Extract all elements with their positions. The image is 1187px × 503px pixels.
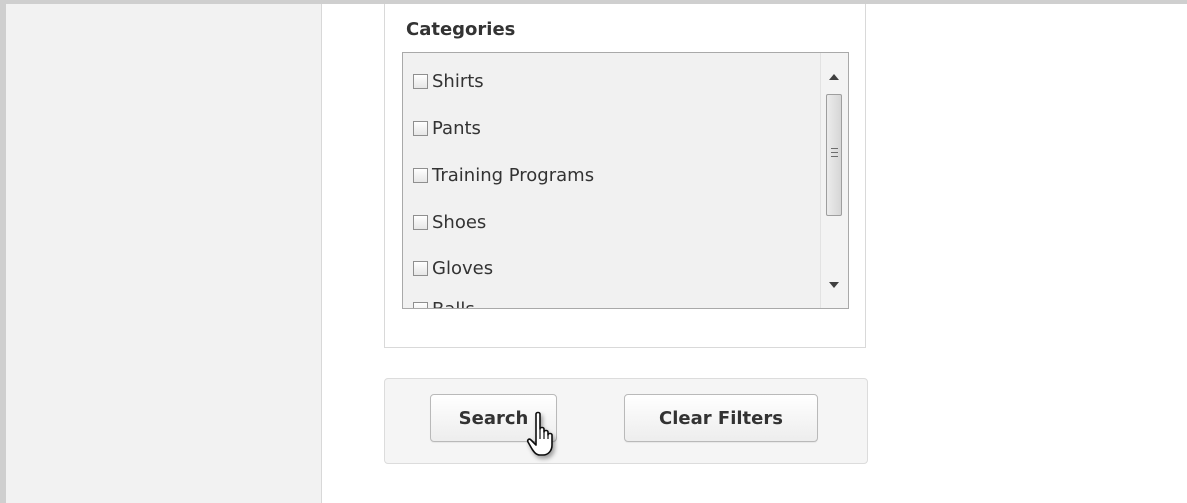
category-label: Gloves [432,257,494,279]
category-label: Pants [432,117,481,139]
checkbox[interactable] [413,73,428,89]
grip-line [831,148,838,149]
category-item-training-programs[interactable]: Training Programs [413,163,594,187]
checkbox[interactable] [413,260,428,276]
clear-filters-button[interactable]: Clear Filters [624,394,818,442]
checkbox[interactable] [413,120,428,136]
category-label: Shirts [432,70,484,92]
checkbox[interactable] [413,167,428,183]
category-label: Training Programs [432,164,595,186]
checkbox[interactable] [413,214,428,230]
category-label: Balls [432,298,475,309]
category-item-pants[interactable]: Pants [413,116,481,140]
hand-pointer-icon [526,411,553,456]
scroll-down-arrow-icon[interactable] [829,282,839,288]
grip-line [831,152,838,153]
listbox-scrollbar[interactable] [820,53,848,308]
categories-listbox[interactable]: Shirts Pants Training Programs Shoes Glo… [402,52,849,309]
category-item-gloves[interactable]: Gloves [413,256,493,280]
checkbox[interactable] [413,301,428,308]
filter-actions-panel: Search Clear Filters [384,378,868,464]
scroll-thumb[interactable] [826,94,842,216]
categories-panel: Categories Shirts Pants Training Program… [384,4,866,348]
sidebar [6,4,322,503]
category-label: Shoes [432,211,487,233]
category-item-balls[interactable]: Balls [413,297,475,309]
category-item-shirts[interactable]: Shirts [413,69,484,93]
grip-line [831,156,838,157]
scroll-up-arrow-icon[interactable] [829,74,839,80]
category-item-shoes[interactable]: Shoes [413,210,486,234]
categories-title: Categories [406,19,516,40]
